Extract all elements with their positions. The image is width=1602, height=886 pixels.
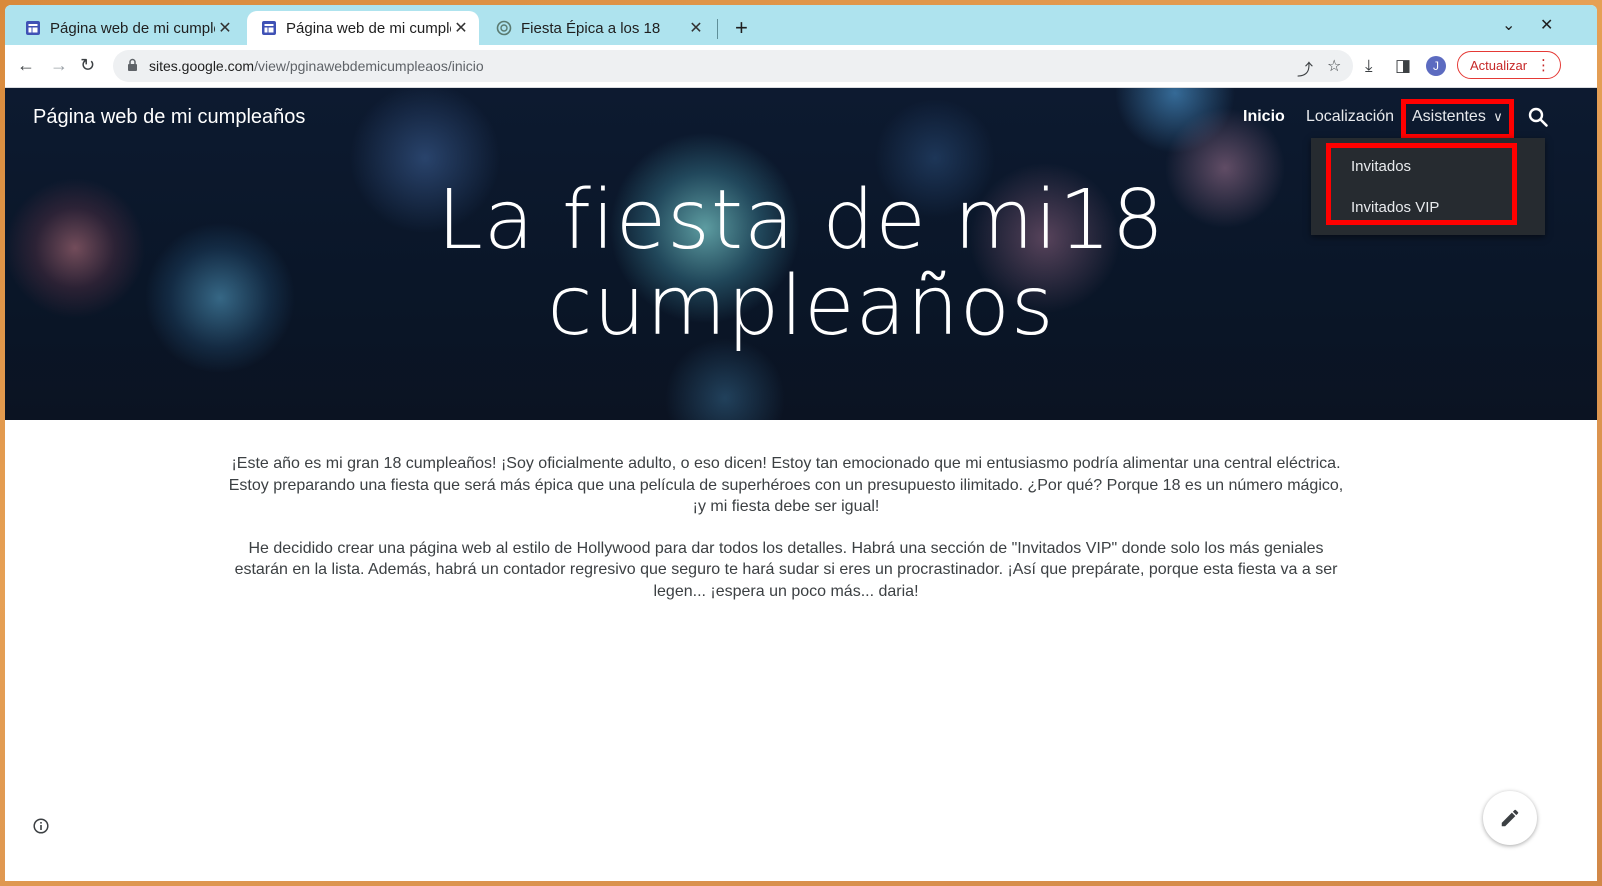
share-icon[interactable]: ⤴ — [1297, 56, 1313, 80]
close-icon[interactable]: ✕ — [451, 18, 471, 38]
new-tab-button[interactable]: + — [735, 17, 748, 39]
tab-title: Página web de mi cumpleaños — [286, 19, 451, 37]
update-label: Actualizar — [1470, 58, 1528, 73]
more-menu-icon[interactable]: ⋮ — [1536, 52, 1551, 80]
hero-title-line2: cumpleaños — [547, 259, 1055, 354]
side-panel-icon[interactable]: ◨ — [1395, 56, 1411, 76]
bookmark-star-icon[interactable]: ☆ — [1327, 56, 1341, 76]
nav-inicio[interactable]: Inicio — [1243, 108, 1285, 126]
forward-icon[interactable]: → — [50, 55, 68, 75]
google-sites-icon — [26, 21, 40, 35]
address-bar[interactable]: sites.google.com/view/pginawebdemicumple… — [113, 50, 1353, 82]
site-title[interactable]: Página web de mi cumpleaños — [33, 106, 305, 129]
close-icon[interactable]: ✕ — [215, 18, 235, 38]
tab-title: Fiesta Épica a los 18 — [521, 19, 661, 37]
google-sites-icon — [262, 21, 276, 35]
intro-paragraph: ¡Este año es mi gran 18 cumpleaños! ¡Soy… — [228, 455, 1344, 515]
tab-3[interactable]: Fiesta Épica a los 18 ✕ — [482, 11, 714, 45]
url-text: sites.google.com/view/pginawebdemicumple… — [149, 58, 484, 74]
window-close-icon[interactable]: ✕ — [1540, 15, 1553, 35]
tab-separator — [717, 19, 718, 39]
edit-button[interactable] — [1483, 791, 1537, 845]
details-paragraph: He decidido crear una página web al esti… — [234, 539, 1338, 600]
pencil-icon — [1501, 809, 1519, 827]
browser-window: Página web de mi cumpleaños ✕ Página web… — [5, 5, 1597, 881]
main-content: ¡Este año es mi gran 18 cumpleaños! ¡Soy… — [220, 453, 1352, 622]
reload-icon[interactable]: ↻ — [80, 55, 95, 75]
nav-localizacion[interactable]: Localización — [1306, 108, 1394, 126]
browser-toolbar: ← → ↻ sites.google.com/view/pginawebdemi… — [5, 45, 1597, 88]
highlight-box-dropdown — [1326, 143, 1517, 225]
close-icon[interactable]: ✕ — [686, 18, 706, 38]
update-button[interactable]: Actualizar ⋮ — [1457, 51, 1561, 79]
url-path: /view/pginawebdemicumpleaos/inicio — [254, 58, 484, 74]
profile-avatar[interactable]: J — [1426, 56, 1446, 76]
tab-2[interactable]: Página web de mi cumpleaños ✕ — [247, 11, 479, 45]
tab-strip: Página web de mi cumpleaños ✕ Página web… — [5, 5, 1597, 45]
lock-icon — [128, 58, 137, 71]
highlight-box-asistentes — [1401, 99, 1514, 139]
back-icon[interactable]: ← — [17, 55, 35, 75]
info-icon[interactable] — [33, 818, 49, 834]
tab-1[interactable]: Página web de mi cumpleaños ✕ — [11, 11, 243, 45]
url-host: sites.google.com — [149, 58, 255, 74]
chatgpt-icon — [496, 20, 512, 36]
tab-title: Página web de mi cumpleaños — [50, 19, 215, 37]
search-icon[interactable] — [1527, 106, 1549, 128]
download-icon[interactable]: ⤓ — [1365, 56, 1373, 76]
tab-search-chevron-icon[interactable]: ⌄ — [1502, 15, 1515, 35]
